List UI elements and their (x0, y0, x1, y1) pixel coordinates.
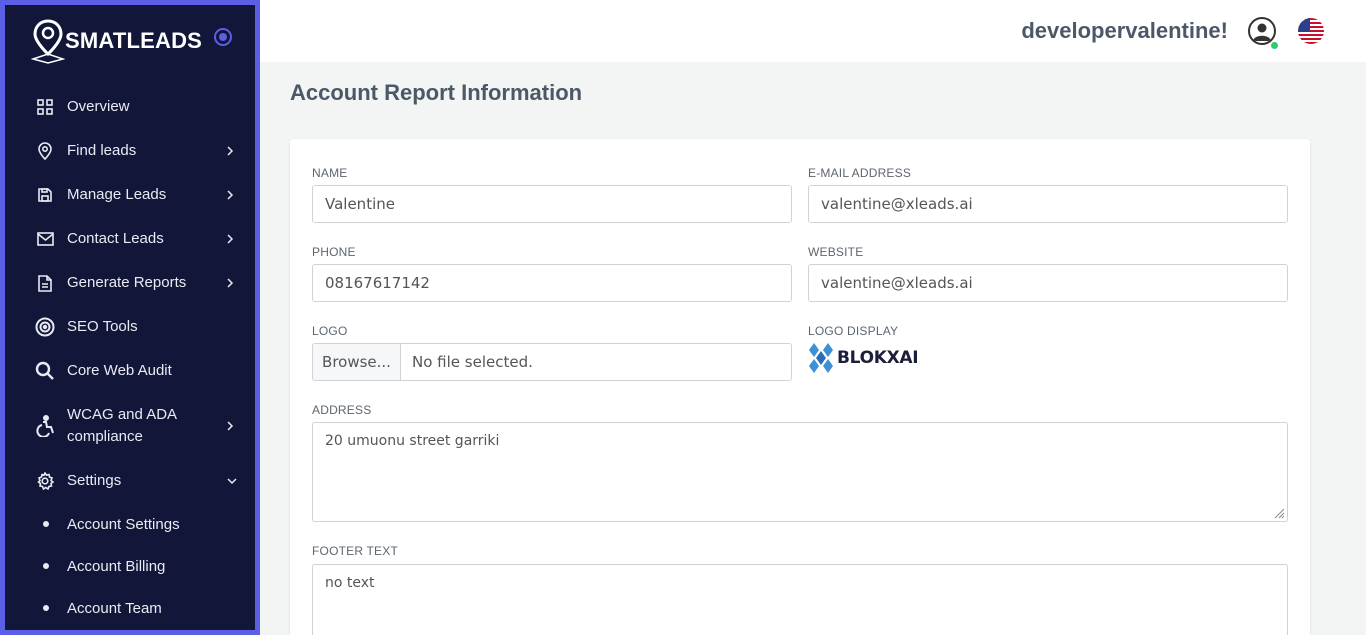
logo-display-label: LOGO DISPLAY (808, 324, 899, 338)
sidebar-subitem-label: Account Settings (67, 515, 180, 533)
sidebar-item-label: Settings (67, 472, 122, 489)
us-flag-icon[interactable] (1298, 18, 1324, 44)
sidebar-item-generate-reports[interactable]: Generate Reports (5, 261, 255, 305)
accessibility-icon (35, 415, 55, 437)
chevron-right-icon (225, 146, 235, 156)
sidebar-subitem-account-billing[interactable]: Account Billing (5, 545, 255, 587)
search-icon (35, 361, 55, 381)
account-report-form: NAME Valentine E-MAIL ADDRESS valentine@… (290, 139, 1310, 635)
browse-button[interactable]: Browse... (313, 344, 401, 380)
save-icon (35, 185, 55, 205)
logo-display-text: BLOKXAI (837, 348, 919, 368)
name-label: NAME (312, 166, 348, 180)
mail-icon (35, 229, 55, 249)
phone-input[interactable]: 08167617142 (312, 264, 792, 302)
logo-display-image: BLOKXAI (808, 342, 919, 374)
sidebar-item-label: Contact Leads (67, 230, 164, 247)
chevron-right-icon (225, 234, 235, 244)
chevron-right-icon (225, 421, 235, 431)
sidebar-item-contact-leads[interactable]: Contact Leads (5, 217, 255, 261)
sidebar-subitem-account-settings[interactable]: Account Settings (5, 503, 255, 545)
email-label: E-MAIL ADDRESS (808, 166, 912, 180)
sidebar-item-label: Overview (67, 98, 130, 115)
sidebar-item-overview[interactable]: Overview (5, 85, 255, 129)
sidebar-item-manage-leads[interactable]: Manage Leads (5, 173, 255, 217)
footer-text-value: no text (325, 575, 375, 591)
sidebar-item-core-web-audit[interactable]: Core Web Audit (5, 349, 255, 393)
sidebar-panel: SMATLEADS Overview Find leads Manage Lea… (5, 5, 255, 630)
sidebar-subitem-label: Account Team (67, 599, 162, 617)
sidebar-subitem-account-team[interactable]: Account Team (5, 587, 255, 629)
grid-icon (35, 97, 55, 117)
sidebar-item-label: Find leads (67, 142, 137, 159)
address-value: 20 umuonu street garriki (325, 433, 500, 449)
sidebar: SMATLEADS Overview Find leads Manage Lea… (0, 0, 260, 635)
logo-label: LOGO (312, 324, 348, 338)
sidebar-item-label: Manage Leads (67, 186, 167, 203)
sidebar-item-label: Generate Reports (67, 274, 187, 291)
online-status-dot (1270, 41, 1279, 50)
address-textarea[interactable]: 20 umuonu street garriki (312, 422, 1288, 522)
name-input[interactable]: Valentine (312, 185, 792, 223)
sidebar-item-label: SEO Tools (67, 318, 138, 335)
sidebar-nav: Overview Find leads Manage Leads Contact… (5, 85, 255, 629)
phone-label: PHONE (312, 245, 356, 259)
sidebar-item-label: Core Web Audit (67, 362, 172, 379)
page-title: Account Report Information (290, 80, 583, 105)
footer-text-textarea[interactable]: no text (312, 564, 1288, 635)
address-label: ADDRESS (312, 403, 372, 417)
sidebar-item-settings[interactable]: Settings (5, 459, 255, 503)
sidebar-item-wcag-ada[interactable]: WCAG and ADA compliance (5, 393, 255, 459)
top-bar: developervalentine! (260, 0, 1366, 62)
username: developervalentine! (1021, 18, 1228, 43)
map-pin-icon (35, 141, 55, 161)
sidebar-subitem-label: Account Billing (67, 557, 166, 575)
location-pin-logo-icon (30, 18, 66, 64)
file-name-text: No file selected. (412, 353, 533, 371)
brand-name: SMATLEADS (65, 28, 203, 53)
resize-handle-icon[interactable] (1273, 507, 1285, 519)
email-input[interactable]: valentine@xleads.ai (808, 185, 1288, 223)
chevron-right-icon (225, 278, 235, 288)
logo-file-input[interactable]: Browse... No file selected. (312, 343, 792, 381)
file-text-icon (35, 273, 55, 293)
chevron-right-icon (225, 190, 235, 200)
sidebar-item-find-leads[interactable]: Find leads (5, 129, 255, 173)
footer-text-label: FOOTER TEXT (312, 544, 398, 558)
chevron-down-icon (227, 476, 237, 486)
gear-icon (35, 471, 55, 491)
website-label: WEBSITE (808, 245, 864, 259)
website-input[interactable]: valentine@xleads.ai (808, 264, 1288, 302)
blokxai-diamond-icon (809, 343, 833, 373)
sidebar-item-seo-tools[interactable]: SEO Tools (5, 305, 255, 349)
brand-logo[interactable]: SMATLEADS (30, 15, 203, 67)
sidebar-item-label: WCAG and ADA compliance (67, 406, 177, 445)
sidebar-toggle-icon[interactable] (214, 28, 232, 46)
target-icon (35, 317, 55, 337)
